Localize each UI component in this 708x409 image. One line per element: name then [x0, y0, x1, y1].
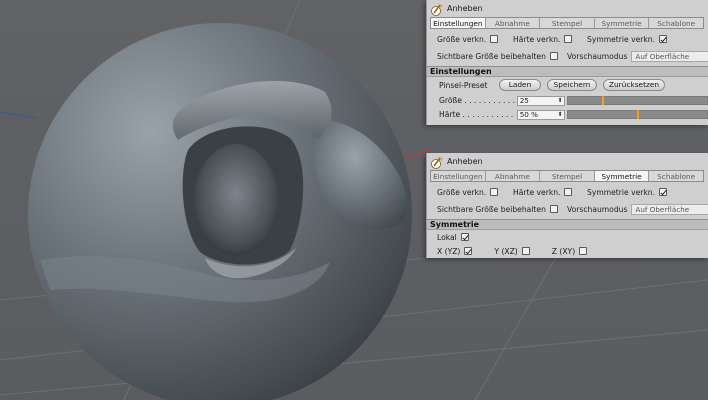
tab-abnahme[interactable]: Abnahme — [486, 171, 541, 181]
local-row: Lokal — [427, 230, 708, 244]
symmetry-link-checkbox[interactable] — [659, 188, 667, 196]
tab-schablone[interactable]: Schablone — [649, 171, 703, 181]
size-value: 25 — [519, 95, 529, 105]
preview-mode-select[interactable]: Auf Oberfläche — [631, 50, 708, 62]
tab-bar: Einstellungen Abnahme Stempel Symmetrie … — [430, 17, 704, 29]
visibility-row: Sichtbare Größe beibehalten Vorschaumodu… — [427, 49, 708, 63]
tab-schablone[interactable]: Schablone — [649, 18, 703, 28]
panel-title: Anheben — [447, 4, 483, 13]
visible-size-option: Sichtbare Größe beibehalten — [437, 202, 558, 216]
sculpt-object — [28, 23, 412, 407]
hardness-link-checkbox[interactable] — [564, 35, 573, 43]
save-button[interactable]: Speichern — [547, 79, 597, 91]
tab-abnahme[interactable]: Abnahme — [486, 18, 541, 28]
link-options-row: Größe verkn. Härte verkn. Symmetrie verk… — [427, 185, 708, 199]
local-checkbox[interactable] — [460, 233, 469, 241]
preview-mode-label: Vorschaumodus — [567, 51, 628, 61]
x-axis-option: X (YZ) — [437, 246, 473, 256]
lift-tool-icon — [431, 155, 443, 169]
visible-size-checkbox[interactable] — [549, 52, 558, 60]
size-label: Größe . . . . . . . . . . . — [439, 96, 516, 105]
hardness-link-option: Härte verkn. — [513, 185, 573, 199]
size-slider-handle[interactable] — [602, 96, 605, 105]
tab-stempel[interactable]: Stempel — [540, 18, 595, 28]
x-axis-label: X (YZ) — [437, 246, 461, 256]
size-link-option: Größe verkn. — [437, 32, 499, 46]
size-link-label: Größe verkn. — [437, 187, 487, 197]
attribute-panel-symmetry: Anheben Einstellungen Abnahme Stempel Sy… — [426, 153, 708, 258]
z-axis-label: Z (XY) — [551, 246, 576, 256]
section-header-symmetry: Symmetrie — [427, 219, 708, 230]
visible-size-label: Sichtbare Größe beibehalten — [437, 204, 546, 214]
local-label: Lokal — [437, 232, 457, 242]
section-header-settings: Einstellungen — [427, 66, 708, 77]
size-input[interactable]: 25 ⬍ — [516, 95, 565, 106]
hardness-value: 50 % — [519, 109, 538, 119]
size-link-checkbox[interactable] — [490, 188, 499, 196]
y-axis-option: Y (XZ) — [494, 246, 530, 256]
link-options-row: Größe verkn. Härte verkn. Symmetrie verk… — [427, 32, 708, 46]
panel-title: Anheben — [447, 157, 483, 166]
preview-mode-select[interactable]: Auf Oberfläche — [631, 203, 708, 215]
attribute-panel-settings: Anheben Einstellungen Abnahme Stempel Sy… — [426, 0, 708, 125]
brush-preset-label: Pinsel-Preset — [439, 80, 488, 90]
tab-stempel[interactable]: Stempel — [540, 171, 595, 181]
preview-mode-label: Vorschaumodus — [567, 204, 628, 214]
symmetry-link-option: Symmetrie verkn. — [587, 185, 667, 199]
panel-title-bar: Anheben — [427, 0, 708, 17]
size-slider[interactable] — [566, 96, 708, 105]
application-window: Anheben Einstellungen Abnahme Stempel Sy… — [0, 0, 708, 409]
hardness-slider[interactable] — [566, 110, 708, 119]
tab-symmetrie[interactable]: Symmetrie — [594, 171, 650, 181]
axis-options-row: X (YZ) Y (XZ) Z (XY) — [427, 244, 708, 258]
size-link-label: Größe verkn. — [437, 34, 487, 44]
tab-bar: Einstellungen Abnahme Stempel Symmetrie … — [430, 170, 704, 182]
hardness-row: Härte . . . . . . . . . . . 50 % ⬍ — [427, 108, 708, 121]
y-axis-label: Y (XZ) — [494, 246, 518, 256]
symmetry-link-label: Symmetrie verkn. — [587, 34, 655, 44]
symmetry-link-checkbox[interactable] — [659, 35, 667, 43]
hardness-label: Härte . . . . . . . . . . . — [439, 110, 514, 119]
reset-button[interactable]: Zurücksetzen — [603, 79, 665, 91]
brush-preset-row: Pinsel-Preset Laden Speichern Zurücksetz… — [427, 77, 708, 93]
symmetry-link-label: Symmetrie verkn. — [587, 187, 655, 197]
visible-size-checkbox[interactable] — [549, 205, 558, 213]
tab-symmetrie[interactable]: Symmetrie — [595, 18, 650, 28]
lift-tool-icon — [431, 2, 443, 16]
hardness-link-checkbox[interactable] — [564, 188, 573, 196]
size-row: Größe . . . . . . . . . . . 25 ⬍ — [427, 94, 708, 107]
hardness-link-label: Härte verkn. — [513, 187, 561, 197]
z-axis-option: Z (XY) — [551, 246, 588, 256]
z-axis-checkbox[interactable] — [579, 247, 588, 255]
hardness-link-label: Härte verkn. — [513, 34, 561, 44]
tab-einstellungen[interactable]: Einstellungen — [431, 171, 486, 181]
tab-einstellungen[interactable]: Einstellungen — [431, 18, 486, 28]
hardness-link-option: Härte verkn. — [513, 32, 573, 46]
status-bar — [0, 400, 708, 409]
hardness-slider-handle[interactable] — [637, 110, 640, 119]
x-axis-checkbox[interactable] — [464, 247, 473, 255]
visibility-row: Sichtbare Größe beibehalten Vorschaumodu… — [427, 202, 708, 216]
axis-line-blue — [0, 111, 37, 119]
preview-mode-option: Vorschaumodus Auf Oberfläche — [567, 202, 708, 216]
spinner-arrows-icon[interactable]: ⬍ — [558, 97, 563, 105]
local-option: Lokal — [437, 233, 469, 242]
size-link-option: Größe verkn. — [437, 185, 499, 199]
preview-mode-option: Vorschaumodus Auf Oberfläche — [567, 49, 708, 63]
size-link-checkbox[interactable] — [490, 35, 499, 43]
hardness-input[interactable]: 50 % ⬍ — [516, 109, 565, 120]
spinner-arrows-icon[interactable]: ⬍ — [558, 111, 563, 119]
visible-size-label: Sichtbare Größe beibehalten — [437, 51, 546, 61]
panel-title-bar: Anheben — [427, 153, 708, 170]
y-axis-checkbox[interactable] — [521, 247, 530, 255]
visible-size-option: Sichtbare Größe beibehalten — [437, 49, 558, 63]
load-button[interactable]: Laden — [499, 79, 541, 91]
symmetry-link-option: Symmetrie verkn. — [587, 32, 667, 46]
